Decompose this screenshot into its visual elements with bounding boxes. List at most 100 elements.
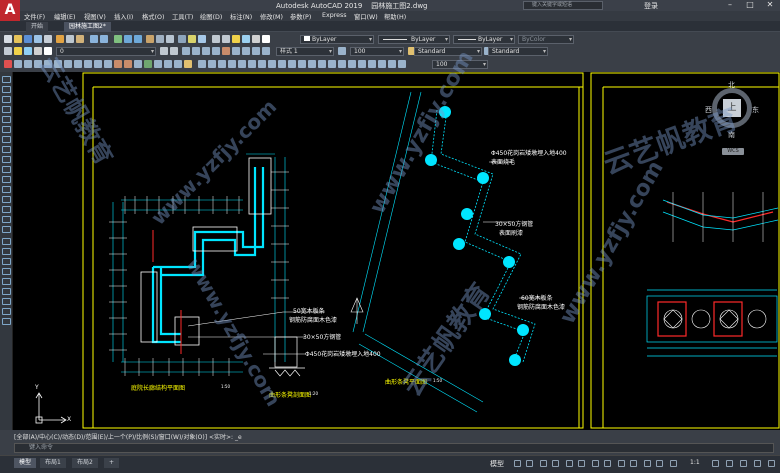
scale-combo-2[interactable]: 100 (432, 60, 488, 69)
table-style-combo[interactable]: Standard (488, 47, 548, 56)
pan-icon[interactable] (114, 35, 122, 43)
dim-continue-icon[interactable] (288, 60, 296, 68)
help-icon[interactable] (198, 35, 206, 43)
line-draw-icon[interactable] (2, 238, 11, 245)
extend-icon[interactable] (2, 176, 11, 183)
text-style-icon[interactable] (182, 47, 190, 55)
selection-cycling-icon[interactable] (618, 460, 625, 467)
dim-angular-icon[interactable] (258, 60, 266, 68)
dim-radius-icon[interactable] (238, 60, 246, 68)
undo-icon[interactable] (90, 35, 98, 43)
hatch-draw-icon[interactable] (2, 278, 11, 285)
rectangle-icon[interactable] (44, 60, 52, 68)
add-layout-icon[interactable]: + (104, 458, 120, 468)
color-square-icon[interactable] (44, 47, 52, 55)
compass-west[interactable]: 西 (705, 105, 712, 115)
ortho-icon[interactable] (540, 460, 547, 467)
polyline-draw-icon[interactable] (2, 248, 11, 255)
mleader-style-icon[interactable] (212, 47, 220, 55)
circle-icon[interactable] (64, 60, 72, 68)
login-button[interactable]: 登录 (644, 1, 658, 11)
annotate-icon[interactable] (252, 47, 260, 55)
properties-icon[interactable] (146, 35, 154, 43)
spline-icon[interactable] (84, 60, 92, 68)
snap-icon[interactable] (526, 460, 533, 467)
view-cube-top-face[interactable]: 上 (723, 99, 741, 117)
dim-baseline-icon[interactable] (278, 60, 286, 68)
polyline-icon[interactable] (24, 60, 32, 68)
menu-draw[interactable]: 绘图(D) (200, 12, 222, 21)
compass-east[interactable]: 东 (752, 105, 759, 115)
gradient-icon[interactable] (154, 60, 162, 68)
layer-match-icon[interactable] (170, 47, 178, 55)
menu-modify[interactable]: 修改(M) (260, 12, 283, 21)
maximize-icon[interactable]: □ (740, 0, 760, 11)
move-icon[interactable] (2, 126, 11, 133)
otrack-icon[interactable] (578, 460, 585, 467)
erase-icon[interactable] (2, 76, 11, 83)
osnap-icon[interactable] (566, 460, 573, 467)
text-style-combo[interactable]: Standard (414, 47, 482, 56)
layer-previous-icon[interactable] (222, 35, 230, 43)
3d-osnap-icon[interactable] (630, 460, 637, 467)
linetype-combo[interactable]: ByLayer (378, 35, 450, 44)
leader-icon[interactable] (348, 60, 356, 68)
layer-manager-icon[interactable] (4, 47, 12, 55)
customize-menu-icon[interactable] (768, 460, 775, 467)
block-icon[interactable] (222, 47, 230, 55)
array-icon[interactable] (2, 116, 11, 123)
point-icon[interactable] (134, 60, 142, 68)
text-draw-icon[interactable] (2, 308, 11, 315)
compass-south[interactable]: 南 (728, 130, 735, 140)
open-icon[interactable] (14, 35, 22, 43)
insert-block-icon[interactable] (114, 60, 122, 68)
layer-lock-icon[interactable] (252, 35, 260, 43)
dim-ordinate-icon[interactable] (228, 60, 236, 68)
annotation-scale-icon[interactable] (338, 47, 346, 55)
construction-line-icon[interactable] (14, 60, 22, 68)
polygon-icon[interactable] (34, 60, 42, 68)
layer-combo[interactable]: 0 (56, 47, 156, 56)
rect-draw-icon[interactable] (2, 268, 11, 275)
search-input[interactable]: 键入关键字或短语 (523, 1, 603, 10)
dim-style-combo[interactable]: 样式 1 (276, 47, 334, 56)
lineweight-combo[interactable]: ByLayer (453, 35, 515, 44)
print-icon[interactable] (34, 35, 42, 43)
mleader-icon[interactable] (358, 60, 366, 68)
menu-tools[interactable]: 工具(T) (172, 12, 193, 21)
wcs-menu[interactable]: WCS (722, 148, 744, 155)
scale-object-icon[interactable] (2, 146, 11, 153)
table-style-icon[interactable] (202, 47, 210, 55)
ellipse-icon[interactable] (94, 60, 102, 68)
tab-start[interactable]: 开始 (26, 22, 49, 32)
ellipse-arc-icon[interactable] (104, 60, 112, 68)
revcloud-icon[interactable] (74, 60, 82, 68)
scale-combo-1[interactable]: 100 (350, 47, 404, 56)
chamfer-icon[interactable] (2, 206, 11, 213)
menu-format[interactable]: 格式(O) (142, 12, 164, 21)
tool-palette-icon[interactable] (166, 35, 174, 43)
copy-icon[interactable] (66, 35, 74, 43)
model-space-button[interactable]: 模型 (490, 459, 504, 469)
zoom-icon[interactable] (124, 35, 132, 43)
mleader-style-2-icon[interactable] (388, 60, 396, 68)
transparency-icon[interactable] (604, 460, 611, 467)
dim-update-icon[interactable] (328, 60, 336, 68)
grid-icon[interactable] (514, 460, 521, 467)
tab-model[interactable]: 模型 (14, 458, 37, 468)
layer-state-icon[interactable] (212, 35, 220, 43)
menu-help[interactable]: 帮助(H) (384, 12, 406, 21)
annotation-visibility-icon[interactable] (656, 460, 663, 467)
dim-linear-icon[interactable] (198, 60, 206, 68)
center-mark-icon[interactable] (308, 60, 316, 68)
scale-icon[interactable] (398, 60, 406, 68)
scale-list-icon[interactable] (262, 47, 270, 55)
menu-view[interactable]: 视图(V) (84, 12, 106, 21)
mleader-collect-icon[interactable] (378, 60, 386, 68)
layer-color-icon[interactable] (262, 35, 270, 43)
menu-edit[interactable]: 编辑(E) (54, 12, 76, 21)
tolerance-icon[interactable] (298, 60, 306, 68)
lineweight-icon[interactable] (592, 460, 599, 467)
view-cube[interactable]: 上 北 南 东 西 WCS (702, 78, 762, 158)
explode-icon[interactable] (2, 226, 11, 233)
